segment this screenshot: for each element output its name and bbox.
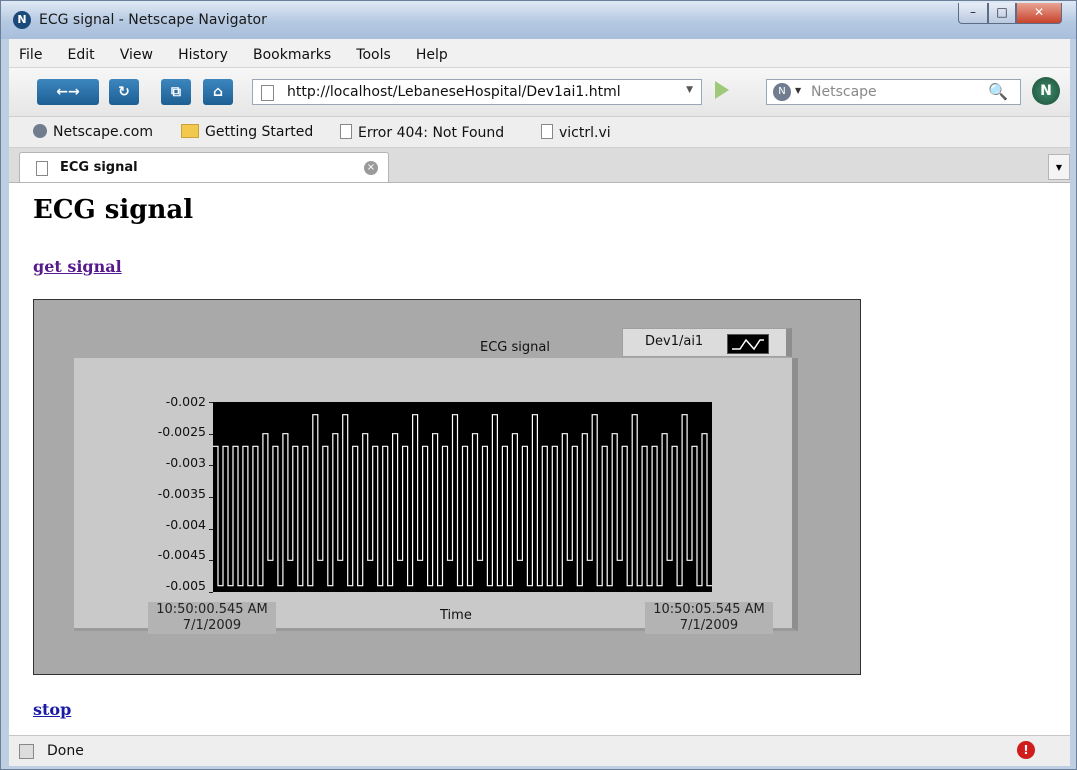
tab-close-icon[interactable]: × — [364, 161, 378, 175]
waveform-graph: -0.002 -0.0025 -0.003 -0.0035 -0.004 -0.… — [74, 358, 798, 634]
page-icon — [541, 124, 553, 139]
y-tick-label: -0.005 — [165, 578, 206, 593]
page-icon — [36, 161, 48, 176]
menu-tools[interactable]: Tools — [346, 39, 401, 63]
search-engine-dropdown-icon[interactable]: ▼ — [795, 86, 801, 95]
tab-label: ECG signal — [60, 160, 138, 175]
x-start-label: 10:50:00.545 AM 7/1/2009 — [148, 602, 276, 634]
y-tick-label: -0.003 — [165, 455, 206, 470]
bookmark-label: victrl.vi — [559, 125, 611, 141]
address-dropdown-icon[interactable]: ▼ — [686, 85, 693, 95]
menu-help[interactable]: Help — [406, 39, 458, 63]
page-icon — [340, 124, 352, 139]
plot-legend[interactable]: Dev1/ai1 — [622, 328, 792, 357]
tab-bar: ECG signal × ▼ — [9, 148, 1070, 183]
bookmark-label: Netscape.com — [53, 124, 153, 140]
bookmark-label: Error 404: Not Found — [358, 125, 505, 141]
minimize-button[interactable]: – — [958, 3, 988, 24]
x-start-time: 10:50:00.545 AM — [156, 602, 268, 617]
bookmark-getting-started[interactable]: Getting Started — [181, 124, 313, 140]
search-input[interactable]: Netscape — [811, 84, 877, 100]
plot-area[interactable] — [213, 402, 712, 592]
home-button[interactable]: ⌂ — [203, 79, 233, 105]
home-icon: ⌂ — [212, 84, 224, 100]
y-tick-mark — [209, 434, 213, 435]
legend-name: Dev1/ai1 — [645, 334, 704, 349]
x-end-date: 7/1/2009 — [679, 618, 739, 633]
bookmark-victrl[interactable]: victrl.vi — [541, 124, 611, 141]
y-tick-label: -0.004 — [165, 517, 206, 532]
status-bar: Done ! — [9, 735, 1070, 766]
bookmark-label: Getting Started — [205, 124, 314, 140]
y-tick-mark — [209, 560, 213, 561]
page-content: ECG signal get signal ECG signal Dev1/ai… — [9, 183, 1070, 735]
netscape-throbber-icon[interactable]: N — [1032, 77, 1060, 105]
graph-title: ECG signal — [480, 340, 550, 355]
menu-edit[interactable]: Edit — [58, 39, 105, 63]
search-icon[interactable]: 🔍 — [988, 82, 1008, 101]
page-heading: ECG signal — [33, 195, 194, 225]
menu-bar: File Edit View History Bookmarks Tools H… — [9, 39, 1070, 68]
new-tab-button[interactable]: ⧉ — [161, 79, 191, 105]
netscape-logo-icon: N — [13, 11, 31, 29]
status-page-icon — [19, 744, 34, 759]
address-bar[interactable]: http://localhost/LebaneseHospital/Dev1ai… — [252, 79, 702, 105]
folder-icon — [181, 124, 199, 138]
netscape-icon — [33, 124, 47, 138]
y-tick-label: -0.002 — [165, 394, 206, 409]
legend-swatch-icon — [727, 334, 769, 354]
x-axis-label: Time — [440, 608, 472, 623]
x-start-date: 7/1/2009 — [182, 618, 242, 633]
x-end-label: 10:50:05.545 AM 7/1/2009 — [645, 602, 773, 634]
y-tick-mark — [209, 465, 213, 466]
menu-bookmarks[interactable]: Bookmarks — [243, 39, 341, 63]
y-tick-label: -0.0025 — [157, 424, 206, 439]
y-tick-label: -0.0045 — [157, 547, 206, 562]
back-forward-icon: ←→ — [56, 84, 80, 100]
close-button[interactable]: ✕ — [1016, 3, 1062, 24]
tabs-icon: ⧉ — [171, 84, 181, 100]
warning-icon[interactable]: ! — [1017, 741, 1035, 759]
x-end-time: 10:50:05.545 AM — [653, 602, 765, 617]
page-icon — [261, 85, 274, 101]
y-tick-mark — [209, 592, 213, 593]
y-tick-mark — [209, 497, 213, 498]
bookmark-error-404[interactable]: Error 404: Not Found — [340, 124, 504, 141]
menu-file[interactable]: File — [9, 39, 52, 63]
address-url[interactable]: http://localhost/LebaneseHospital/Dev1ai… — [287, 84, 621, 100]
reload-icon: ↻ — [118, 84, 130, 100]
tab-ecg-signal[interactable]: ECG signal × — [19, 152, 389, 182]
status-text: Done — [47, 743, 84, 759]
y-tick-mark — [209, 402, 213, 403]
maximize-button[interactable]: □ — [988, 3, 1016, 24]
y-tick-mark — [209, 529, 213, 530]
labview-panel: ECG signal Dev1/ai1 -0.002 -0.0025 -0.00… — [33, 299, 861, 675]
reload-button[interactable]: ↻ — [109, 79, 139, 105]
go-arrow-icon[interactable] — [715, 81, 729, 99]
tab-list-button[interactable]: ▼ — [1048, 154, 1070, 180]
search-engine-icon[interactable]: N — [773, 83, 791, 101]
stop-link[interactable]: stop — [33, 700, 71, 719]
menu-view[interactable]: View — [110, 39, 163, 63]
search-box[interactable]: N ▼ Netscape 🔍 — [766, 79, 1021, 105]
navigation-toolbar: ←→ ↻ ⧉ ⌂ http://localhost/LebaneseHospit… — [9, 68, 1070, 117]
y-tick-label: -0.0035 — [157, 486, 206, 501]
menu-history[interactable]: History — [168, 39, 238, 63]
title-bar: N ECG signal - Netscape Navigator – □ ✕ — [1, 1, 1076, 39]
bookmarks-toolbar: Netscape.com Getting Started Error 404: … — [9, 117, 1070, 148]
series-line-dev1-ai1 — [213, 414, 712, 587]
get-signal-link[interactable]: get signal — [33, 257, 122, 276]
bookmark-netscape[interactable]: Netscape.com — [33, 124, 153, 140]
back-forward-button[interactable]: ←→ — [37, 79, 99, 105]
window-title: ECG signal - Netscape Navigator — [39, 12, 267, 28]
browser-window: N ECG signal - Netscape Navigator – □ ✕ … — [0, 0, 1077, 770]
